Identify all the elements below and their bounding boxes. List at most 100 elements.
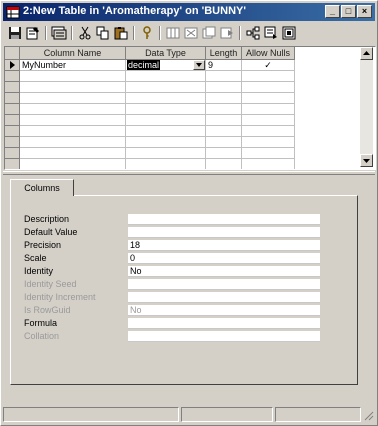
empty-grid-cell[interactable] [206,159,242,169]
row-selector[interactable] [5,137,20,148]
save-change-script-icon[interactable] [281,25,297,41]
tab-columns[interactable]: Columns [10,179,74,196]
empty-grid-cell[interactable] [206,93,242,104]
row-selector[interactable] [5,159,20,169]
resize-grip-icon[interactable] [362,409,374,421]
row-selector[interactable] [5,148,20,159]
empty-grid-cell[interactable] [242,71,295,82]
prop-value-description[interactable] [128,214,320,225]
column-header-allow-nulls[interactable]: Allow Nulls [242,47,295,60]
prop-label-is-rowguid: Is RowGuid [24,305,71,315]
empty-grid-cell[interactable] [206,126,242,137]
prop-value-precision[interactable]: 18 [128,240,320,251]
cell-allow-nulls[interactable]: ✓ [242,60,295,71]
save-icon[interactable] [7,25,23,41]
empty-grid-cell[interactable] [20,71,126,82]
prop-value-identity-seed [128,279,320,290]
cell-data-type[interactable]: decimal [126,60,206,71]
prop-value-identity[interactable]: No [128,266,320,277]
empty-grid-cell[interactable] [126,115,206,126]
title-bar[interactable]: 2:New Table in 'Aromatherapy' on 'BUNNY'… [3,3,375,21]
column-header-data-type[interactable]: Data Type [126,47,206,60]
delete-column-icon[interactable] [183,25,199,41]
row-selector[interactable] [5,93,20,104]
empty-grid-cell[interactable] [206,137,242,148]
prop-label-identity: Identity [24,266,54,276]
row-selector[interactable] [5,82,20,93]
empty-grid-cell[interactable] [20,137,126,148]
empty-grid-cell[interactable] [126,159,206,169]
empty-grid-cell[interactable] [242,115,295,126]
row-selector[interactable] [5,104,20,115]
row-selector-current[interactable] [5,60,20,71]
prop-value-scale[interactable]: 0 [128,253,320,264]
generate-script-icon[interactable] [51,25,67,41]
prop-label-precision: Precision [24,240,62,250]
manage-relationships-icon[interactable] [219,25,235,41]
empty-grid-cell[interactable] [126,93,206,104]
toolbar-separator [71,26,73,40]
arrow-down-icon [363,159,370,163]
close-button[interactable]: × [357,5,372,18]
data-type-value[interactable]: decimal [127,60,161,70]
empty-grid-cell[interactable] [20,82,126,93]
scroll-up-button[interactable] [360,47,373,60]
prop-label-description: Description [24,214,70,224]
cell-length[interactable]: 9 [206,60,242,71]
maximize-button[interactable]: □ [341,5,356,18]
empty-grid-cell[interactable] [20,93,126,104]
status-panel-3 [275,407,361,422]
empty-grid-cell[interactable] [242,159,295,169]
insert-column-icon[interactable] [165,25,181,41]
row-selector[interactable] [5,126,20,137]
empty-grid-cell[interactable] [126,148,206,159]
empty-grid-cell[interactable] [206,71,242,82]
empty-grid-cell[interactable] [206,115,242,126]
prop-value-default-value[interactable] [128,227,320,238]
properties-icon[interactable] [25,25,41,41]
copy-icon[interactable] [95,25,111,41]
empty-grid-cell[interactable] [242,82,295,93]
empty-grid-cell[interactable] [20,115,126,126]
manage-constraints-icon[interactable] [245,25,261,41]
columns-grid[interactable]: Column Name Data Type Length Allow Nulls… [4,46,376,170]
status-panel-main [3,407,179,422]
empty-grid-cell[interactable] [242,148,295,159]
empty-grid-cell[interactable] [242,137,295,148]
minimize-button[interactable]: _ [325,5,340,18]
empty-grid-cell[interactable] [206,148,242,159]
data-type-dropdown-button[interactable] [193,60,205,70]
prop-label-default-value: Default Value [24,227,78,237]
prop-label-identity-increment: Identity Increment [24,292,96,302]
empty-grid-cell[interactable] [126,126,206,137]
table-properties-icon[interactable] [263,25,279,41]
empty-grid-cell[interactable] [126,137,206,148]
grid-vertical-scrollbar[interactable] [360,47,373,167]
empty-grid-cell[interactable] [20,159,126,169]
empty-grid-cell[interactable] [20,104,126,115]
empty-grid-cell[interactable] [20,148,126,159]
empty-grid-cell[interactable] [20,126,126,137]
toolbar-separator [239,26,241,40]
row-selector[interactable] [5,71,20,82]
row-selector[interactable] [5,115,20,126]
scroll-down-button[interactable] [360,154,373,167]
cell-column-name[interactable]: MyNumber [20,60,126,71]
empty-grid-cell[interactable] [206,82,242,93]
cut-icon[interactable] [77,25,93,41]
set-primary-key-icon[interactable] [139,25,155,41]
empty-grid-cell[interactable] [242,104,295,115]
prop-value-formula[interactable] [128,318,320,329]
manage-indexes-icon[interactable] [201,25,217,41]
empty-grid-cell[interactable] [126,71,206,82]
pane-splitter[interactable] [3,171,375,175]
empty-grid-cell[interactable] [126,104,206,115]
column-header-length[interactable]: Length [206,47,242,60]
empty-grid-cell[interactable] [242,93,295,104]
toolbar [3,23,375,43]
paste-icon[interactable] [113,25,129,41]
empty-grid-cell[interactable] [242,126,295,137]
column-header-name[interactable]: Column Name [20,47,126,60]
empty-grid-cell[interactable] [206,104,242,115]
empty-grid-cell[interactable] [126,82,206,93]
